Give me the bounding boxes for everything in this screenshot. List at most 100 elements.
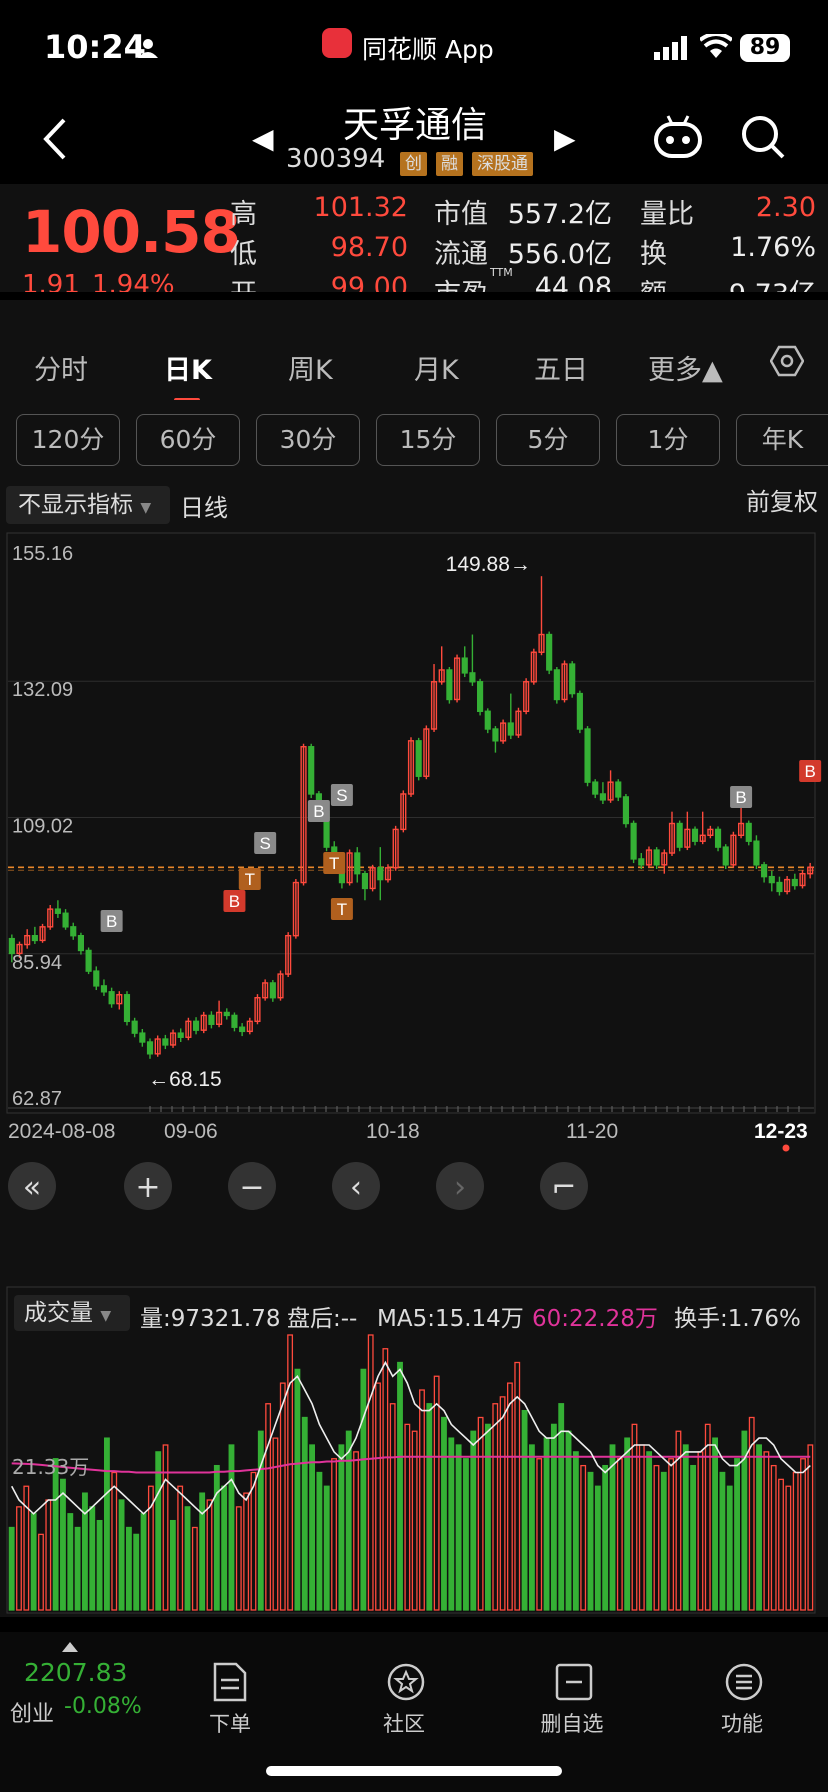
- high-value: 101.32: [313, 192, 408, 223]
- tab-more[interactable]: 更多▲: [648, 348, 723, 387]
- dropdown-caret-icon: ▼: [100, 1308, 112, 1324]
- volume-bar: [719, 1471, 726, 1611]
- volume-bar: [345, 1430, 352, 1611]
- volume-bar: [521, 1409, 528, 1611]
- mktcap-label: 市值: [434, 199, 488, 230]
- period-1m[interactable]: 1分: [616, 414, 720, 466]
- period-60m[interactable]: 60分: [136, 414, 240, 466]
- next-stock-button[interactable]: ▶: [554, 122, 576, 155]
- tab-five-day[interactable]: 五日: [534, 348, 588, 387]
- period-15m[interactable]: 15分: [376, 414, 480, 466]
- candle: [208, 1014, 215, 1025]
- volume-bar: [726, 1485, 733, 1611]
- candle: [676, 822, 683, 848]
- tab-daily-k[interactable]: 日K: [164, 348, 212, 387]
- candle: [722, 846, 729, 866]
- prev-stock-button[interactable]: ◀: [252, 122, 274, 155]
- volume-bar: [243, 1492, 250, 1611]
- volume-bar: [169, 1519, 176, 1611]
- candle: [239, 1026, 246, 1033]
- volume-bar: [550, 1423, 557, 1611]
- search-icon[interactable]: [740, 114, 786, 160]
- period-30m[interactable]: 30分: [256, 414, 360, 466]
- volume-bar: [712, 1437, 719, 1611]
- nav-functions[interactable]: 功能: [692, 1652, 792, 1742]
- tab-monthly-k[interactable]: 月K: [414, 348, 459, 387]
- period-5m[interactable]: 5分: [496, 414, 600, 466]
- volume-ma60: 60:22.28万: [532, 1306, 658, 1332]
- volume-bar: [301, 1416, 308, 1611]
- back-arrow-icon[interactable]: [40, 114, 70, 164]
- stock-name: 天孚通信: [342, 105, 487, 146]
- volume-bar: [89, 1506, 96, 1611]
- candle: [753, 840, 760, 866]
- x-axis-tick: 12-23: [754, 1120, 808, 1143]
- stock-code: 300394: [286, 144, 386, 174]
- volume-bar: [397, 1361, 403, 1611]
- index-value[interactable]: 2207.83: [24, 1658, 127, 1687]
- volume-bar: [594, 1485, 601, 1611]
- volume-selector[interactable]: 成交量 ▼: [14, 1295, 130, 1331]
- scroll-right-icon: ›: [454, 1170, 466, 1205]
- volume-bar: [191, 1526, 198, 1611]
- volume-bar: [697, 1451, 704, 1611]
- kline-chart[interactable]: BBTSBTTS BB 155.16132.09109.0285.9462.871…: [0, 530, 828, 1285]
- nav-community[interactable]: 社区: [354, 1652, 454, 1742]
- index-up-arrow-icon: [62, 1642, 78, 1652]
- volume-bar: [316, 1471, 323, 1611]
- divider: [0, 292, 828, 300]
- volume-bar: [792, 1471, 799, 1611]
- period-year-k[interactable]: 年K: [736, 414, 828, 466]
- candle: [93, 970, 100, 987]
- robot-assistant-icon[interactable]: [652, 114, 704, 160]
- kline-chart-panel[interactable]: BBTSBTTSBB 155.16 132.09 109.02 85.94 62.87 1…: [0, 530, 828, 1285]
- candle: [85, 949, 92, 972]
- candle: [62, 912, 69, 928]
- x-axis-tick: 10-18: [366, 1120, 420, 1143]
- period-selector: 120分 60分 30分 15分 5分 1分 年K: [0, 400, 828, 470]
- menu-icon: [725, 1663, 763, 1701]
- index-change: -0.08%: [64, 1694, 142, 1719]
- volume-bar: [45, 1499, 52, 1611]
- tab-fenshi[interactable]: 分时: [34, 348, 88, 387]
- y-axis-tick: 132.09: [12, 679, 73, 701]
- volume-bar: [580, 1464, 587, 1611]
- settings-hexagon-icon[interactable]: [770, 344, 804, 378]
- volume-bar: [433, 1375, 440, 1611]
- candle: [630, 822, 637, 860]
- period-120m[interactable]: 120分: [16, 414, 120, 466]
- volume-bar: [631, 1423, 638, 1611]
- adjust-mode-button[interactable]: 前复权: [746, 482, 818, 517]
- volume-bar: [279, 1382, 286, 1611]
- candle: [768, 875, 775, 884]
- indicator-label: 不显示指标: [18, 492, 133, 518]
- volume-bar: [30, 1513, 37, 1611]
- volume-bar: [382, 1348, 389, 1611]
- cell-signal-icon: [654, 36, 687, 60]
- tab-weekly-k[interactable]: 周K: [288, 348, 333, 387]
- volume-axis-tick: 21.33万: [12, 1455, 90, 1479]
- chart-frame: [6, 532, 816, 1114]
- volume-turnover: 换手:1.76%: [674, 1306, 801, 1332]
- stock-header: ◀ 天孚通信 300394 创 融 深股通 ▶: [0, 92, 828, 184]
- volume-bar: [682, 1444, 689, 1611]
- nav-remove-watchlist[interactable]: 删自选: [522, 1652, 622, 1742]
- candle: [123, 994, 131, 1023]
- indicator-dropdown[interactable]: 不显示指标 ▼: [6, 486, 170, 524]
- volume-bar: [770, 1464, 777, 1611]
- volume-bar: [103, 1437, 110, 1611]
- volume-bar: [411, 1430, 418, 1611]
- nav-remove-watchlist-label: 删自选: [540, 1712, 604, 1736]
- volume-bar: [118, 1499, 125, 1611]
- candle: [622, 796, 630, 825]
- nav-order[interactable]: 下单: [180, 1652, 280, 1742]
- volume-after-hours: 盘后:--: [287, 1306, 358, 1332]
- candle: [54, 908, 61, 914]
- volume-bar: [704, 1423, 711, 1611]
- trade-marker-label: B: [229, 892, 240, 911]
- volume-ma5: MA5:15.14万: [377, 1306, 524, 1332]
- volume-chart[interactable]: [0, 1285, 828, 1617]
- candle: [269, 982, 276, 999]
- volume-bar: [616, 1458, 623, 1611]
- candle: [354, 852, 361, 875]
